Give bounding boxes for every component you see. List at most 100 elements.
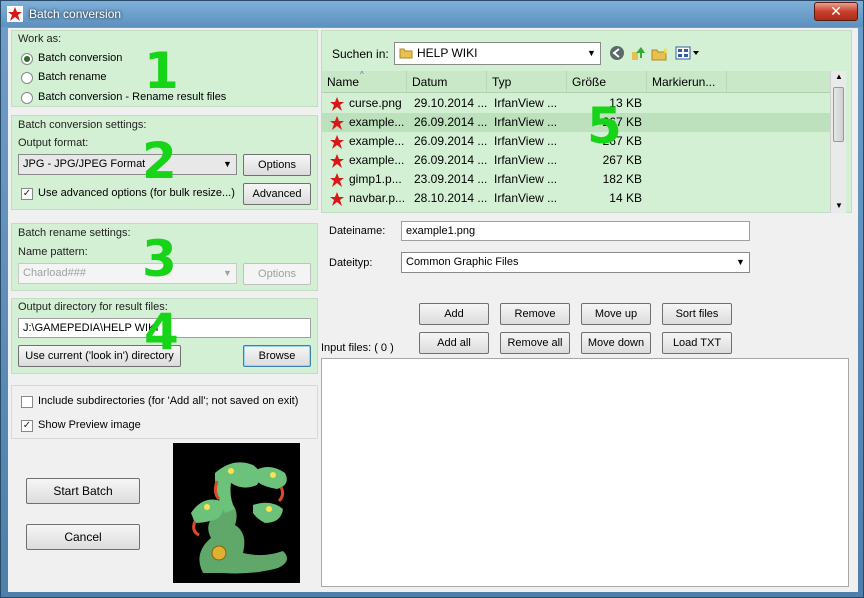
file-icon xyxy=(330,135,344,149)
cancel-button[interactable]: Cancel xyxy=(26,524,140,550)
radio-batch-conversion[interactable] xyxy=(21,53,33,65)
name-pattern-select[interactable]: Charload### ▼ xyxy=(18,263,237,284)
sort-ascending-icon: ^ xyxy=(360,70,364,79)
file-row[interactable]: gimp1.p... 23.09.2014 ... IrfanView ... 182… xyxy=(322,170,830,189)
radio-batch-rename[interactable] xyxy=(21,72,33,84)
column-tags[interactable]: Markierun... xyxy=(647,71,727,93)
title-bar[interactable]: Batch conversion ✕ xyxy=(1,1,863,27)
dragon-preview-image xyxy=(191,462,287,574)
file-icon xyxy=(330,173,344,187)
column-date[interactable]: Datum xyxy=(407,71,487,93)
look-in-value: HELP WIKI xyxy=(417,46,478,60)
file-type: IrfanView ... xyxy=(494,134,558,148)
sort-files-button[interactable]: Sort files xyxy=(662,303,732,325)
name-pattern-value: Charload### xyxy=(23,267,86,279)
close-icon: ✕ xyxy=(830,3,842,19)
file-size: 14 KB xyxy=(609,191,642,205)
output-format-value: JPG - JPG/JPEG Format xyxy=(23,158,146,170)
file-type: IrfanView ... xyxy=(494,172,558,186)
scroll-up-icon[interactable]: ▲ xyxy=(835,72,843,81)
column-name[interactable]: Name ^ xyxy=(322,70,407,93)
misc-options-group: Include subdirectories (for 'Add all'; n… xyxy=(11,385,318,439)
column-name-label: Name xyxy=(327,75,360,89)
file-name: gimp1.p... xyxy=(349,172,402,186)
window-title: Batch conversion xyxy=(29,7,122,21)
filetype-label: Dateityp: xyxy=(329,257,373,269)
file-list-scrollbar[interactable]: ▲ ▼ xyxy=(830,71,846,213)
filename-input[interactable]: example1.png xyxy=(401,221,750,241)
move-up-button[interactable]: Move up xyxy=(581,303,651,325)
scroll-down-icon[interactable]: ▼ xyxy=(835,201,843,210)
filetype-select[interactable]: Common Graphic Files ▼ xyxy=(401,252,750,273)
new-folder-icon[interactable] xyxy=(651,45,669,61)
move-down-button[interactable]: Move down xyxy=(581,332,651,354)
work-as-group: Work as: Batch conversion Batch rename B… xyxy=(11,30,318,107)
name-pattern-label: Name pattern: xyxy=(18,246,88,258)
radio-convert-rename-label: Batch conversion - Rename result files xyxy=(38,91,227,103)
annotation-3: 3 xyxy=(142,230,177,288)
file-row[interactable]: example... 26.09.2014 ... IrfanView ... 267… xyxy=(322,151,830,170)
chevron-down-icon: ▼ xyxy=(223,159,232,169)
remove-button[interactable]: Remove xyxy=(500,303,570,325)
column-size[interactable]: Größe xyxy=(567,71,647,93)
file-date: 28.10.2014 ... xyxy=(414,191,488,205)
close-button[interactable]: ✕ xyxy=(814,2,858,21)
work-as-label: Work as: xyxy=(18,33,62,45)
scrollbar-thumb[interactable] xyxy=(833,87,844,142)
show-preview-label: Show Preview image xyxy=(38,419,141,431)
view-menu-icon[interactable] xyxy=(675,45,701,61)
output-format-select[interactable]: JPG - JPG/JPEG Format ▼ xyxy=(18,154,237,175)
input-files-list[interactable] xyxy=(321,358,849,587)
file-icon xyxy=(330,192,344,206)
file-date: 26.09.2014 ... xyxy=(414,115,488,129)
include-subdirectories-label: Include subdirectories (for 'Add all'; n… xyxy=(38,395,299,407)
file-browser: Suchen in: HELP WIKI ▼ Name ^ Datum Typ … xyxy=(321,30,852,213)
file-row[interactable]: example... 26.09.2014 ... IrfanView ... 267… xyxy=(322,113,830,132)
add-button[interactable]: Add xyxy=(419,303,489,325)
conversion-settings-label: Batch conversion settings: xyxy=(18,119,147,131)
annotation-4: 4 xyxy=(144,303,179,361)
dialog-client: Work as: Batch conversion Batch rename B… xyxy=(8,28,858,592)
batch-conversion-window: Batch conversion ✕ Work as: Batch conver… xyxy=(0,0,864,598)
chevron-down-icon: ▼ xyxy=(736,257,745,267)
file-name: example... xyxy=(349,153,405,167)
back-icon[interactable] xyxy=(609,45,625,61)
up-folder-icon[interactable] xyxy=(630,44,646,62)
load-txt-button[interactable]: Load TXT xyxy=(662,332,732,354)
remove-all-button[interactable]: Remove all xyxy=(500,332,570,354)
rename-settings-label: Batch rename settings: xyxy=(18,227,131,239)
browse-button[interactable]: Browse xyxy=(243,345,311,367)
file-size: 182 KB xyxy=(602,172,642,186)
column-type[interactable]: Typ xyxy=(487,71,567,93)
output-format-label: Output format: xyxy=(18,137,89,149)
advanced-options-label: Use advanced options (for bulk resize...… xyxy=(38,187,235,199)
format-options-button[interactable]: Options xyxy=(243,154,311,176)
folder-icon xyxy=(399,48,413,59)
annotation-5: 5 xyxy=(587,97,622,155)
file-row[interactable]: curse.png 29.10.2014 ... IrfanView ... 13 K… xyxy=(322,94,830,113)
output-directory-group: Output directory for result files: J:\GA… xyxy=(11,298,318,374)
file-row[interactable]: navbar.p... 28.10.2014 ... IrfanView ... 14… xyxy=(322,189,830,208)
look-in-select[interactable]: HELP WIKI ▼ xyxy=(394,42,601,65)
look-in-label: Suchen in: xyxy=(332,47,389,61)
start-batch-button[interactable]: Start Batch xyxy=(26,478,140,504)
file-name: example... xyxy=(349,115,405,129)
file-date: 26.09.2014 ... xyxy=(414,153,488,167)
file-row[interactable]: example... 26.09.2014 ... IrfanView ... 267… xyxy=(322,132,830,151)
file-date: 29.10.2014 ... xyxy=(414,96,488,110)
chevron-down-icon: ▼ xyxy=(223,268,232,278)
file-type: IrfanView ... xyxy=(494,153,558,167)
file-name: curse.png xyxy=(349,96,402,110)
include-subdirectories-checkbox[interactable] xyxy=(21,396,33,408)
rename-options-button[interactable]: Options xyxy=(243,263,311,285)
radio-batch-rename-label: Batch rename xyxy=(38,71,107,83)
chevron-down-icon: ▼ xyxy=(587,48,596,58)
add-all-button[interactable]: Add all xyxy=(419,332,489,354)
advanced-button[interactable]: Advanced xyxy=(243,183,311,205)
radio-convert-rename[interactable] xyxy=(21,92,33,104)
file-icon xyxy=(330,97,344,111)
file-name: navbar.p... xyxy=(349,191,405,205)
show-preview-checkbox[interactable]: ✓ xyxy=(21,420,33,432)
advanced-options-checkbox[interactable]: ✓ xyxy=(21,188,33,200)
file-date: 26.09.2014 ... xyxy=(414,134,488,148)
